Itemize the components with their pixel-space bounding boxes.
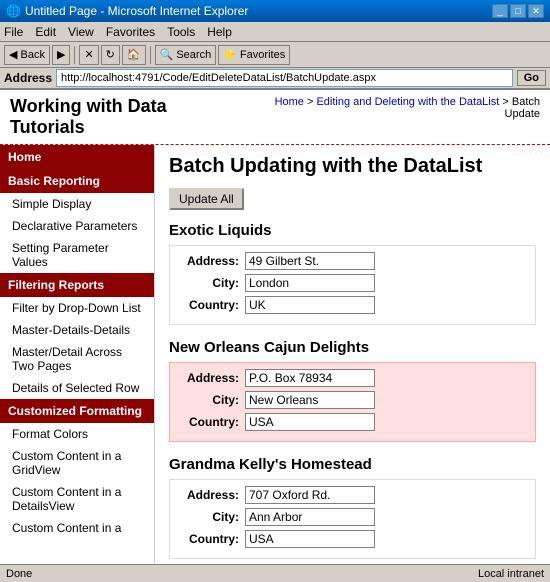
form-row: City: <box>180 274 525 292</box>
address-input[interactable] <box>56 69 513 87</box>
company-name: Exotic Liquids <box>169 222 536 239</box>
page-header: Working with Data Tutorials Home > Editi… <box>0 90 550 145</box>
menu-help[interactable]: Help <box>207 25 232 39</box>
minimize-button[interactable]: _ <box>492 4 508 18</box>
sidebar-customized-formatting[interactable]: Customized Formatting <box>0 399 154 423</box>
menu-edit[interactable]: Edit <box>35 25 56 39</box>
form-label: Address: <box>180 488 245 502</box>
city-input[interactable] <box>245 508 375 526</box>
city-input[interactable] <box>245 274 375 292</box>
form-label: City: <box>180 393 245 407</box>
browser-icon: 🌐 <box>6 4 21 18</box>
breadcrumb-section[interactable]: Editing and Deleting with the DataList <box>316 96 499 108</box>
form-row: Country: <box>180 530 525 548</box>
form-label: City: <box>180 276 245 290</box>
site-title: Working with Data Tutorials <box>10 96 242 138</box>
form-row: Address: <box>180 486 525 504</box>
address-label: Address <box>4 71 52 85</box>
company-form: Address: City: Country: <box>169 479 536 559</box>
country-input[interactable] <box>245 530 375 548</box>
breadcrumb-current: Batch Update <box>505 96 540 120</box>
form-row: City: <box>180 391 525 409</box>
company-form: Address: City: Country: <box>169 245 536 325</box>
form-label: Address: <box>180 371 245 385</box>
sidebar-item-format-colors[interactable]: Format Colors <box>0 423 154 445</box>
form-row: Address: <box>180 369 525 387</box>
company-name: Grandma Kelly's Homestead <box>169 456 536 473</box>
company-section: New Orleans Cajun Delights Address: City: C… <box>169 339 536 442</box>
country-input[interactable] <box>245 296 375 314</box>
sidebar-item-custom-detailsview[interactable]: Custom Content in a DetailsView <box>0 481 154 517</box>
form-row: Address: <box>180 252 525 270</box>
form-label: Country: <box>180 532 245 546</box>
address-input[interactable] <box>245 369 375 387</box>
refresh-button[interactable]: ↻ <box>101 45 120 65</box>
city-input[interactable] <box>245 391 375 409</box>
toolbar: ◀ Back ▶ ✕ ↻ 🏠 🔍 Search ⭐ Favorites <box>0 42 550 68</box>
main-content: Batch Updating with the DataList Update … <box>155 145 550 564</box>
title-bar: 🌐 Untitled Page - Microsoft Internet Exp… <box>0 0 550 22</box>
sidebar-item-master-details[interactable]: Master-Details-Details <box>0 319 154 341</box>
address-input[interactable] <box>245 252 375 270</box>
company-section: Grandma Kelly's Homestead Address: City: Co… <box>169 456 536 559</box>
sidebar-item-filter-dropdown[interactable]: Filter by Drop-Down List <box>0 297 154 319</box>
go-button[interactable]: Go <box>517 70 546 86</box>
company-name: New Orleans Cajun Delights <box>169 339 536 356</box>
favorites-button[interactable]: ⭐ Favorites <box>218 45 290 65</box>
sidebar-home[interactable]: Home <box>0 145 154 169</box>
sidebar-item-master-detail-across[interactable]: Master/Detail Across Two Pages <box>0 341 154 377</box>
breadcrumb: Home > Editing and Deleting with the Dat… <box>242 96 540 120</box>
menu-tools[interactable]: Tools <box>167 25 195 39</box>
search-button[interactable]: 🔍 Search <box>155 45 217 65</box>
country-input[interactable] <box>245 413 375 431</box>
menu-favorites[interactable]: Favorites <box>106 25 155 39</box>
sidebar-item-setting-parameter-values[interactable]: Setting Parameter Values <box>0 237 154 273</box>
main-area: Home Basic Reporting Simple Display Decl… <box>0 145 550 564</box>
update-all-button[interactable]: Update All <box>169 188 244 210</box>
sidebar-item-custom-gridview[interactable]: Custom Content in a GridView <box>0 445 154 481</box>
sidebar-item-details-selected-row[interactable]: Details of Selected Row <box>0 377 154 399</box>
forward-button[interactable]: ▶ <box>52 45 70 65</box>
window-title: Untitled Page - Microsoft Internet Explo… <box>25 4 248 18</box>
company-section: Exotic Liquids Address: City: Country: <box>169 222 536 325</box>
status-text: Done <box>6 568 32 580</box>
address-bar: Address Go <box>0 68 550 90</box>
home-button[interactable]: 🏠 <box>122 45 146 65</box>
status-bar: Done Local intranet <box>0 564 550 582</box>
menu-file[interactable]: File <box>4 25 23 39</box>
companies-container: Exotic LiquidsAddress:City:Country:New O… <box>169 222 536 564</box>
sidebar-basic-reporting[interactable]: Basic Reporting <box>0 169 154 193</box>
form-label: Country: <box>180 298 245 312</box>
form-label: City: <box>180 510 245 524</box>
back-button[interactable]: ◀ Back <box>4 45 50 65</box>
maximize-button[interactable]: □ <box>510 4 526 18</box>
breadcrumb-home[interactable]: Home <box>275 96 304 108</box>
company-form: Address: City: Country: <box>169 362 536 442</box>
stop-button[interactable]: ✕ <box>79 45 98 65</box>
form-row: Country: <box>180 413 525 431</box>
toolbar-separator <box>74 46 75 64</box>
sidebar-item-declarative-parameters[interactable]: Declarative Parameters <box>0 215 154 237</box>
zone-text: Local intranet <box>478 568 544 580</box>
sidebar: Home Basic Reporting Simple Display Decl… <box>0 145 155 564</box>
form-row: City: <box>180 508 525 526</box>
form-label: Country: <box>180 415 245 429</box>
page-title: Batch Updating with the DataList <box>169 155 536 178</box>
sidebar-filtering-reports[interactable]: Filtering Reports <box>0 273 154 297</box>
toolbar-separator-2 <box>150 46 151 64</box>
page-content: Working with Data Tutorials Home > Editi… <box>0 90 550 564</box>
menu-view[interactable]: View <box>68 25 94 39</box>
close-button[interactable]: ✕ <box>528 4 544 18</box>
sidebar-item-custom-content[interactable]: Custom Content in a <box>0 517 154 539</box>
address-input[interactable] <box>245 486 375 504</box>
form-label: Address: <box>180 254 245 268</box>
menu-bar: File Edit View Favorites Tools Help <box>0 22 550 42</box>
form-row: Country: <box>180 296 525 314</box>
sidebar-item-simple-display[interactable]: Simple Display <box>0 193 154 215</box>
